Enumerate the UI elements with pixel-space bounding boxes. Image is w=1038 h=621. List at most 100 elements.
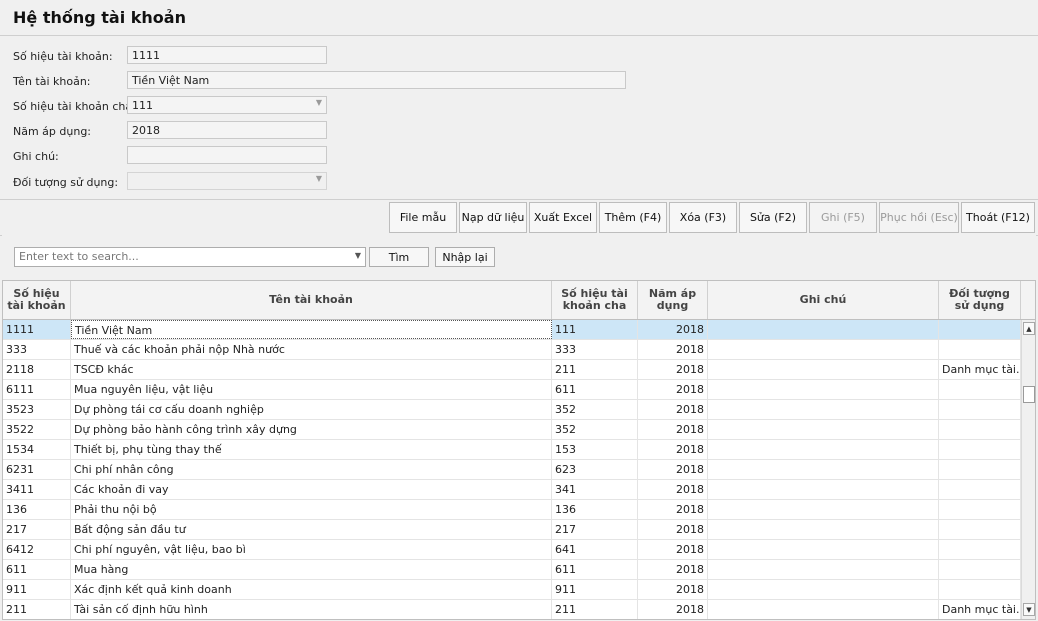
- edit-button[interactable]: Sửa (F2): [739, 202, 807, 233]
- cell-account-number[interactable]: 136: [3, 500, 71, 519]
- cell-account-number[interactable]: 3411: [3, 480, 71, 499]
- scroll-thumb[interactable]: [1023, 386, 1035, 403]
- table-row[interactable]: 3523 Dự phòng tái cơ cấu doanh nghiệp 352 2…: [3, 400, 1021, 420]
- export-excel-button[interactable]: Xuất Excel: [529, 202, 597, 233]
- find-button[interactable]: Tìm: [369, 247, 429, 267]
- vertical-scrollbar[interactable]: ▲ ▼: [1021, 320, 1035, 619]
- column-header-account-number[interactable]: Số hiệu tài khoản: [3, 281, 71, 319]
- cell-usage-object[interactable]: [939, 560, 1021, 579]
- file-template-button[interactable]: File mẫu: [389, 202, 457, 233]
- cell-account-number[interactable]: 3522: [3, 420, 71, 439]
- cell-parent-account[interactable]: 136: [552, 500, 638, 519]
- column-header-parent-account[interactable]: Số hiệu tài khoản cha: [552, 281, 638, 319]
- cell-account-name[interactable]: Mua nguyên liệu, vật liệu: [71, 380, 552, 399]
- cell-note[interactable]: [708, 520, 939, 539]
- year-field[interactable]: 2018: [127, 121, 327, 139]
- cell-usage-object[interactable]: [939, 520, 1021, 539]
- column-header-usage-object[interactable]: Đối tượng sử dụng: [939, 281, 1021, 319]
- cell-account-number[interactable]: 217: [3, 520, 71, 539]
- cell-parent-account[interactable]: 641: [552, 540, 638, 559]
- cell-account-number[interactable]: 6231: [3, 460, 71, 479]
- arrow-down-icon[interactable]: ▼: [1023, 603, 1035, 616]
- cell-year[interactable]: 2018: [638, 320, 708, 339]
- cell-account-number[interactable]: 6412: [3, 540, 71, 559]
- cell-parent-account[interactable]: 611: [552, 560, 638, 579]
- cell-parent-account[interactable]: 341: [552, 480, 638, 499]
- cell-parent-account[interactable]: 211: [552, 600, 638, 619]
- delete-button[interactable]: Xóa (F3): [669, 202, 737, 233]
- arrow-up-icon[interactable]: ▲: [1023, 322, 1035, 335]
- parent-account-select[interactable]: 111 ▼: [127, 96, 327, 114]
- cell-account-name[interactable]: Dự phòng tái cơ cấu doanh nghiệp: [71, 400, 552, 419]
- cell-note[interactable]: [708, 540, 939, 559]
- cell-account-number[interactable]: 1534: [3, 440, 71, 459]
- cell-year[interactable]: 2018: [638, 400, 708, 419]
- cell-parent-account[interactable]: 211: [552, 360, 638, 379]
- cell-account-number[interactable]: 6111: [3, 380, 71, 399]
- cell-year[interactable]: 2018: [638, 520, 708, 539]
- cell-usage-object[interactable]: [939, 400, 1021, 419]
- cell-usage-object[interactable]: [939, 580, 1021, 599]
- column-header-year[interactable]: Năm áp dụng: [638, 281, 708, 319]
- table-row[interactable]: 3522 Dự phòng bảo hành công trình xây dựn…: [3, 420, 1021, 440]
- cell-account-number[interactable]: 1111: [3, 320, 71, 339]
- cell-year[interactable]: 2018: [638, 480, 708, 499]
- cell-note[interactable]: [708, 440, 939, 459]
- exit-button[interactable]: Thoát (F12): [961, 202, 1035, 233]
- table-row[interactable]: 911 Xác định kết quả kinh doanh 911 2018: [3, 580, 1021, 600]
- chevron-down-icon[interactable]: ▼: [316, 174, 322, 183]
- cell-account-name[interactable]: Xác định kết quả kinh doanh: [71, 580, 552, 599]
- cell-account-number[interactable]: 3523: [3, 400, 71, 419]
- cell-account-name[interactable]: Chi phí nhân công: [71, 460, 552, 479]
- cell-account-name[interactable]: Thiết bị, phụ tùng thay thế: [71, 440, 552, 459]
- reset-button[interactable]: Nhập lại: [435, 247, 495, 267]
- account-name-field[interactable]: Tiền Việt Nam: [127, 71, 626, 89]
- cell-account-name[interactable]: Phải thu nội bộ: [71, 500, 552, 519]
- cell-year[interactable]: 2018: [638, 560, 708, 579]
- save-button[interactable]: Ghi (F5): [809, 202, 877, 233]
- table-row[interactable]: 6111 Mua nguyên liệu, vật liệu 611 2018: [3, 380, 1021, 400]
- usage-object-select[interactable]: ▼: [127, 172, 327, 190]
- cell-parent-account[interactable]: 333: [552, 340, 638, 359]
- table-row[interactable]: 217 Bất động sản đầu tư 217 2018: [3, 520, 1021, 540]
- table-row[interactable]: 1111 Tiền Việt Nam 111 2018: [3, 320, 1021, 340]
- load-data-button[interactable]: Nạp dữ liệu: [459, 202, 527, 233]
- cell-account-name[interactable]: Chi phí nguyên, vật liệu, bao bì: [71, 540, 552, 559]
- account-number-field[interactable]: 1111: [127, 46, 327, 64]
- table-row[interactable]: 6412 Chi phí nguyên, vật liệu, bao bì 641 2…: [3, 540, 1021, 560]
- cell-note[interactable]: [708, 420, 939, 439]
- cell-usage-object[interactable]: [939, 440, 1021, 459]
- cell-year[interactable]: 2018: [638, 460, 708, 479]
- chevron-down-icon[interactable]: ▼: [316, 98, 322, 107]
- table-row[interactable]: 3411 Các khoản đi vay 341 2018: [3, 480, 1021, 500]
- cell-parent-account[interactable]: 611: [552, 380, 638, 399]
- cell-note[interactable]: [708, 400, 939, 419]
- cell-usage-object[interactable]: [939, 340, 1021, 359]
- cell-note[interactable]: [708, 480, 939, 499]
- cell-account-name[interactable]: Bất động sản đầu tư: [71, 520, 552, 539]
- cell-note[interactable]: [708, 380, 939, 399]
- cell-account-number[interactable]: 911: [3, 580, 71, 599]
- table-row[interactable]: 2118 TSCĐ khác 211 2018 Danh mục tài...: [3, 360, 1021, 380]
- cell-note[interactable]: [708, 580, 939, 599]
- cell-parent-account[interactable]: 111: [552, 320, 638, 339]
- column-header-note[interactable]: Ghi chú: [708, 281, 939, 319]
- cell-year[interactable]: 2018: [638, 380, 708, 399]
- cell-year[interactable]: 2018: [638, 500, 708, 519]
- cell-year[interactable]: 2018: [638, 340, 708, 359]
- cell-account-number[interactable]: 611: [3, 560, 71, 579]
- cell-usage-object[interactable]: [939, 540, 1021, 559]
- cell-note[interactable]: [708, 460, 939, 479]
- cell-usage-object[interactable]: [939, 460, 1021, 479]
- cell-usage-object[interactable]: [939, 320, 1021, 339]
- table-row[interactable]: 6231 Chi phí nhân công 623 2018: [3, 460, 1021, 480]
- table-row[interactable]: 211 Tài sản cố định hữu hình 211 2018 Danh m…: [3, 600, 1021, 619]
- cell-account-name[interactable]: Tiền Việt Nam: [71, 320, 552, 339]
- cell-account-number[interactable]: 333: [3, 340, 71, 359]
- cell-note[interactable]: [708, 560, 939, 579]
- cell-year[interactable]: 2018: [638, 360, 708, 379]
- cell-account-number[interactable]: 211: [3, 600, 71, 619]
- table-row[interactable]: 333 Thuế và các khoản phải nộp Nhà nước 33…: [3, 340, 1021, 360]
- cell-account-name[interactable]: TSCĐ khác: [71, 360, 552, 379]
- cell-account-name[interactable]: Dự phòng bảo hành công trình xây dựng: [71, 420, 552, 439]
